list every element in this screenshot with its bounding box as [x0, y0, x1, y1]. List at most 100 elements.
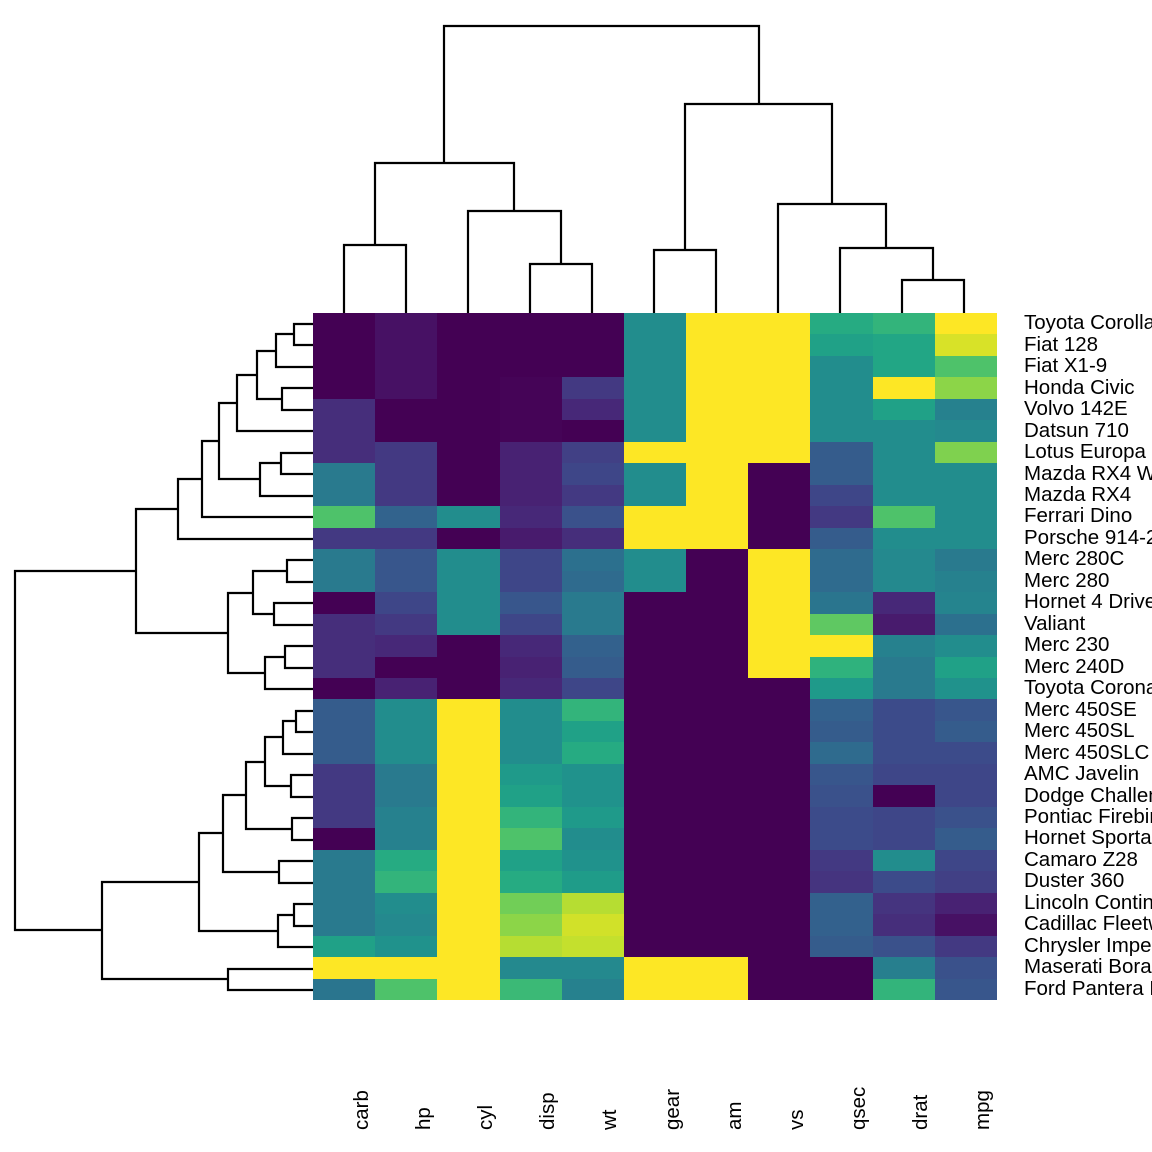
row-label: Duster 360	[1024, 869, 1125, 893]
column-label: disp	[536, 1092, 560, 1130]
heatmap-cell	[934, 484, 997, 507]
heatmap-cell	[748, 656, 811, 678]
heatmap-cell	[748, 763, 811, 786]
heatmap-cell	[313, 398, 376, 421]
heatmap-cell	[499, 656, 562, 678]
heatmap-cell	[872, 978, 935, 1000]
heatmap-cell	[375, 935, 438, 958]
heatmap-cell	[872, 527, 935, 550]
row-label: AMC Javelin	[1024, 762, 1140, 786]
row-label: Merc 280	[1024, 568, 1110, 592]
heatmap-cell	[561, 484, 624, 507]
heatmap-cell	[872, 656, 935, 678]
row-label: Honda Civic	[1024, 375, 1135, 399]
heatmap-cell	[934, 549, 997, 571]
row-label: Hornet 4 Drive	[1024, 590, 1152, 614]
heatmap-cell	[437, 699, 500, 721]
heatmap-cell	[810, 720, 873, 743]
heatmap-cell	[748, 742, 811, 764]
heatmap-cell	[748, 570, 811, 593]
column-label: hp	[411, 1107, 435, 1130]
row-label: Pontiac Firebird	[1024, 805, 1152, 829]
heatmap-cell	[623, 484, 687, 507]
row-label-axis: Toyota Corolla Fiat 128 Fiat X1-9 Honda Civ…	[1024, 313, 1152, 1013]
heatmap-cell	[810, 463, 873, 485]
heatmap-cell	[561, 334, 624, 356]
heatmap-cell	[686, 377, 749, 399]
heatmap-cell	[686, 806, 749, 829]
heatmap-cell	[313, 871, 376, 893]
row-label: Mazda RX4	[1024, 482, 1132, 506]
heatmap-cell	[748, 635, 811, 657]
heatmap-cell	[748, 592, 811, 614]
heatmap-cell	[561, 656, 624, 678]
heatmap-cell	[748, 463, 811, 485]
heatmap-cell	[499, 527, 562, 550]
heatmap-cell	[561, 613, 624, 636]
heatmap-cell	[872, 828, 935, 850]
heatmap-cell	[623, 828, 687, 850]
heatmap-cell	[748, 549, 811, 571]
heatmap-cell	[934, 313, 997, 335]
heatmap-cell	[499, 957, 562, 979]
row-label: Volvo 142E	[1024, 397, 1128, 421]
heatmap-cell	[686, 785, 749, 807]
heatmap-cell	[313, 527, 376, 550]
heatmap-cell	[313, 635, 376, 657]
heatmap-cell	[748, 484, 811, 507]
heatmap-cell	[313, 742, 376, 764]
heatmap-cell	[623, 549, 687, 571]
heatmap-cell	[375, 527, 438, 550]
heatmap-cell	[686, 849, 749, 872]
heatmap-cell	[437, 892, 500, 915]
heatmap-cell	[810, 699, 873, 721]
heatmap-cell	[437, 506, 500, 528]
heatmap-cell	[375, 484, 438, 507]
heatmap-cell	[872, 549, 935, 571]
heatmap-cell	[872, 334, 935, 356]
heatmap-cell	[686, 313, 749, 335]
heatmap-cell	[561, 785, 624, 807]
heatmap-cell	[623, 527, 687, 550]
column-label-axis: carb hp cyl disp wt gear am vs qsec drat mpg	[313, 1008, 997, 1148]
heatmap-cell	[561, 420, 624, 442]
heatmap-cell	[313, 484, 376, 507]
heatmap-cell	[934, 828, 997, 850]
row-label: Merc 280C	[1024, 547, 1125, 571]
heatmap-cell	[872, 677, 935, 700]
heatmap-cell	[561, 699, 624, 721]
heatmap-cell	[934, 806, 997, 829]
heatmap-cell	[375, 355, 438, 378]
heatmap-cell	[313, 313, 376, 335]
row-label: Hornet Sportabout	[1024, 826, 1152, 850]
heatmap-cell	[872, 763, 935, 786]
heatmap-cell	[810, 892, 873, 915]
heatmap-cell	[313, 828, 376, 850]
heatmap-cell	[623, 377, 687, 399]
row-label: Merc 450SL	[1024, 719, 1135, 743]
heatmap-cell	[686, 420, 749, 442]
heatmap-cell	[934, 355, 997, 378]
heatmap-cell	[499, 355, 562, 378]
heatmap-cell	[623, 398, 687, 421]
heatmap-cell	[872, 570, 935, 593]
heatmap-cell	[872, 935, 935, 958]
heatmap-cell	[375, 677, 438, 700]
heatmap-cell	[561, 441, 624, 464]
heatmap-cell	[313, 441, 376, 464]
heatmap-cell	[623, 935, 687, 958]
row-label: Ferrari Dino	[1024, 504, 1133, 528]
heatmap-cell	[375, 828, 438, 850]
heatmap-cell	[623, 914, 687, 936]
heatmap-cell	[561, 978, 624, 1000]
heatmap-cell	[499, 699, 562, 721]
heatmap-cell	[748, 506, 811, 528]
row-label: Cadillac Fleetwood	[1024, 912, 1152, 936]
heatmap-cell	[872, 613, 935, 636]
heatmap-cell	[375, 334, 438, 356]
heatmap-cell	[437, 849, 500, 872]
row-label: Merc 240D	[1024, 654, 1125, 678]
heatmap-cell	[437, 441, 500, 464]
heatmap-cell	[437, 871, 500, 893]
heatmap-cell	[810, 527, 873, 550]
